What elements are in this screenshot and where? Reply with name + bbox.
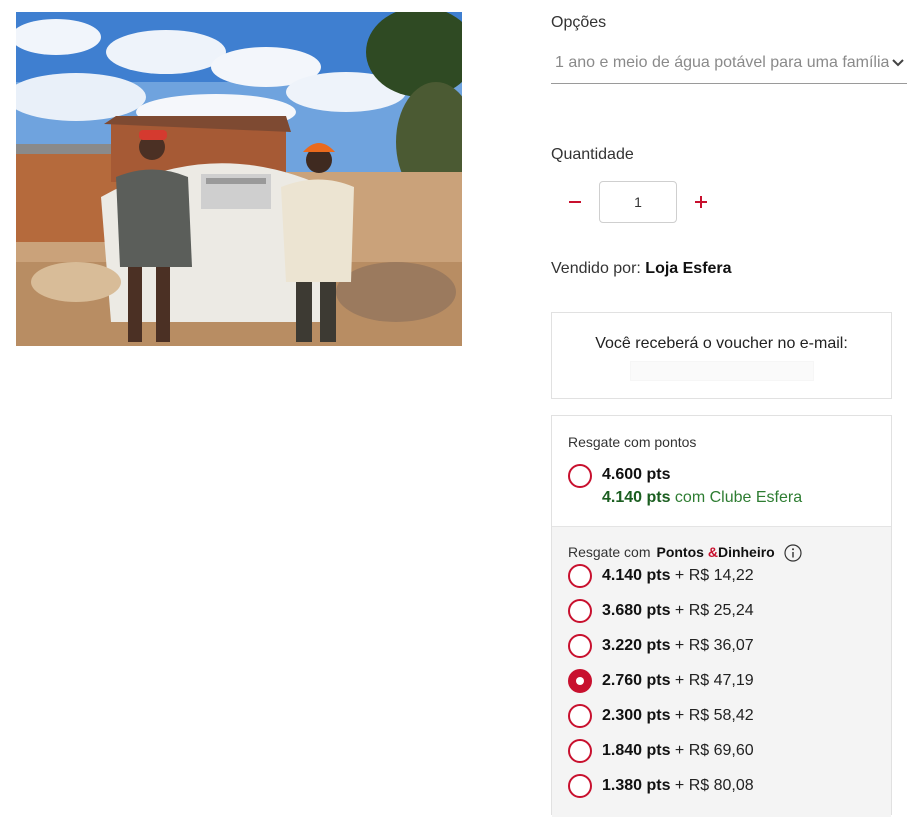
redeem-mixed-title: Resgate com Pontos &Dinheiro [568, 544, 775, 560]
mixed-option-money: + R$ 47,19 [670, 672, 754, 689]
club-points-line: 4.140 pts com Clube Esfera [602, 489, 802, 507]
mixed-option-points: 2.760 pts [602, 672, 671, 689]
redeem-points-title: Resgate com pontos [568, 434, 697, 450]
redeem-box: Resgate com pontos 4.600 pts 4.140 pts c… [551, 415, 892, 817]
mixed-option-label: 3.680 pts + R$ 25,24 [602, 602, 754, 620]
mixed-option-radio[interactable] [568, 739, 592, 763]
minus-icon[interactable] [563, 190, 587, 214]
redeem-mixed-prefix: Resgate com [568, 544, 651, 560]
mixed-option[interactable]: 3.680 pts + R$ 25,24 [552, 597, 891, 627]
mixed-option-radio[interactable] [568, 774, 592, 798]
mixed-option-points: 1.380 pts [602, 777, 671, 794]
mixed-option-radio-selected[interactable] [568, 669, 592, 693]
mixed-option-radio[interactable] [568, 704, 592, 728]
seller-info: Vendido por: Loja Esfera [551, 260, 732, 278]
voucher-box: Você receberá o voucher no e-mail: [551, 312, 892, 399]
mixed-option-money: + R$ 58,42 [670, 707, 754, 724]
plus-icon[interactable] [689, 190, 713, 214]
mixed-option-label: 2.760 pts + R$ 47,19 [602, 672, 754, 690]
mixed-option[interactable]: 1.380 pts + R$ 80,08 [552, 772, 891, 802]
brand-dinheiro: Dinheiro [717, 544, 775, 560]
info-icon[interactable] [784, 544, 802, 562]
voucher-text: Você receberá o voucher no e-mail: [595, 335, 848, 352]
mixed-option[interactable]: 3.220 pts + R$ 36,07 [552, 632, 891, 662]
mixed-option-radio[interactable] [568, 564, 592, 588]
points-only-radio[interactable] [568, 464, 592, 488]
mixed-option-label: 2.300 pts + R$ 58,42 [602, 707, 754, 725]
club-points-suffix: com Clube Esfera [670, 489, 803, 506]
mixed-option-label: 4.140 pts + R$ 14,22 [602, 567, 754, 585]
redeem-mixed-brand: Pontos &Dinheiro [656, 544, 774, 560]
mixed-option-label: 1.380 pts + R$ 80,08 [602, 777, 754, 795]
quantity-input[interactable] [599, 181, 677, 223]
product-image [16, 12, 462, 346]
mixed-option-points: 1.840 pts [602, 742, 671, 759]
mixed-option-money: + R$ 25,24 [670, 602, 754, 619]
redeem-mixed-section: Resgate com Pontos &Dinheiro 4.140 pts + … [552, 526, 891, 817]
options-select[interactable]: 1 ano e meio de água potável para uma fa… [551, 48, 907, 84]
seller-name: Loja Esfera [645, 260, 732, 277]
mixed-option-points: 2.300 pts [602, 707, 671, 724]
brand-pontos: Pontos [656, 544, 708, 560]
club-points-value: 4.140 pts [602, 489, 671, 506]
chevron-down-icon [892, 59, 904, 67]
mixed-option[interactable]: 2.300 pts + R$ 58,42 [552, 702, 891, 732]
mixed-option-points: 3.680 pts [602, 602, 671, 619]
mixed-option-radio[interactable] [568, 634, 592, 658]
mixed-option-points: 3.220 pts [602, 637, 671, 654]
voucher-email-field [630, 361, 814, 381]
points-only-value: 4.600 pts [602, 466, 671, 483]
mixed-option[interactable]: 4.140 pts + R$ 14,22 [552, 562, 891, 592]
options-label: Opções [551, 14, 607, 31]
mixed-option-money: + R$ 36,07 [670, 637, 754, 654]
mixed-option-money: + R$ 69,60 [670, 742, 754, 759]
mixed-option-label: 3.220 pts + R$ 36,07 [602, 637, 754, 655]
mixed-option[interactable]: 1.840 pts + R$ 69,60 [552, 737, 891, 767]
mixed-option-money: + R$ 14,22 [670, 567, 754, 584]
seller-prefix: Vendido por: [551, 260, 646, 277]
brand-ampersand: & [707, 544, 718, 560]
options-select-value: 1 ano e meio de água potável para uma fa… [555, 54, 889, 71]
mixed-option-money: + R$ 80,08 [670, 777, 754, 794]
mixed-option[interactable]: 2.760 pts + R$ 47,19 [552, 667, 891, 697]
quantity-label: Quantidade [551, 146, 634, 163]
mixed-option-label: 1.840 pts + R$ 69,60 [602, 742, 754, 760]
mixed-option-radio[interactable] [568, 599, 592, 623]
mixed-option-points: 4.140 pts [602, 567, 671, 584]
